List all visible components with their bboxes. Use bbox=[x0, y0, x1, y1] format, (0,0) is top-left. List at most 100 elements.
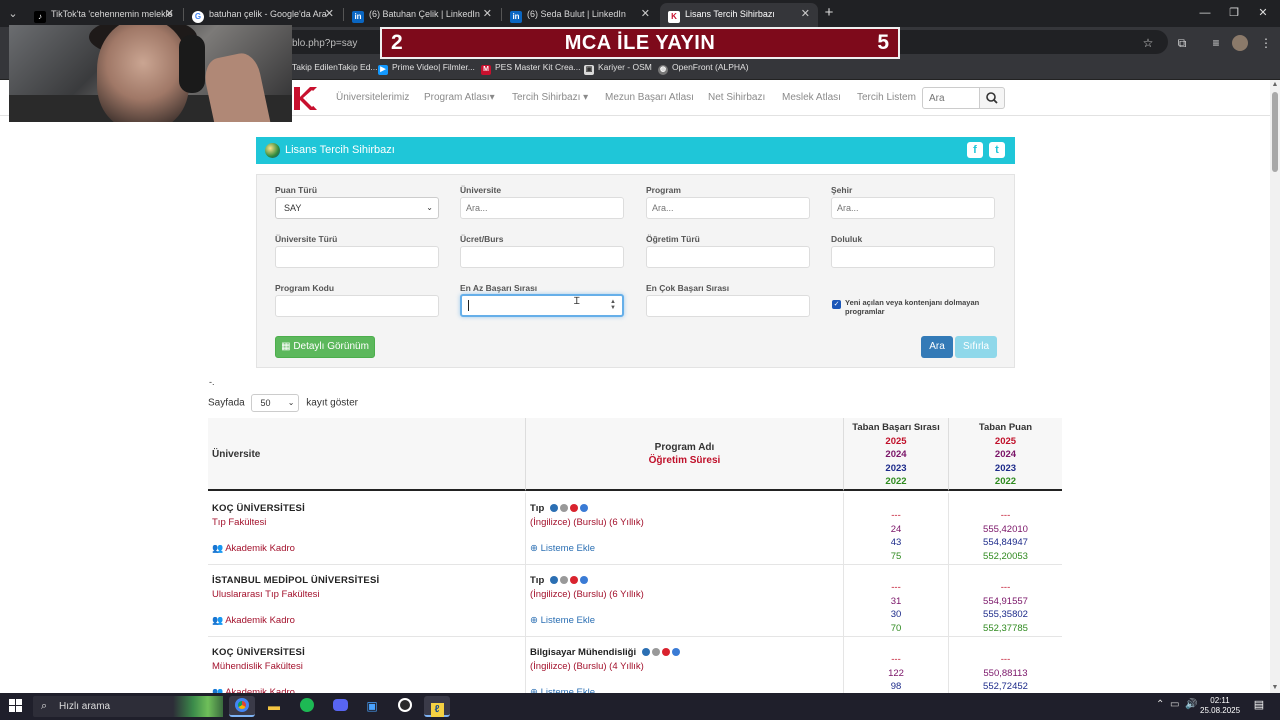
browser-menu-icon[interactable]: ⋮ bbox=[1258, 35, 1274, 51]
profile-avatar[interactable] bbox=[1232, 35, 1248, 51]
close-window-button[interactable]: ✕ bbox=[1248, 3, 1278, 23]
close-tab-icon[interactable]: ✕ bbox=[801, 3, 810, 25]
puan-turu-select[interactable]: SAY ⌄ bbox=[275, 197, 439, 219]
taskbar-search-box[interactable]: ⌕ Hızlı arama bbox=[33, 696, 223, 717]
youtube-icon[interactable] bbox=[661, 648, 670, 656]
obs-taskbar-icon[interactable] bbox=[392, 696, 418, 717]
close-tab-icon[interactable]: ✕ bbox=[325, 3, 334, 25]
globe-icon[interactable] bbox=[671, 648, 680, 656]
scroll-down-icon[interactable]: ▼ bbox=[1270, 683, 1280, 693]
plus-circle-icon: ⊕ bbox=[530, 615, 538, 626]
browser-tab-tiktok[interactable]: ♪ TikTok'ta 'cehennemin melekler' ✕ bbox=[26, 3, 182, 27]
volume-icon[interactable]: 🔊 bbox=[1185, 699, 1197, 710]
close-tab-icon[interactable]: ✕ bbox=[641, 3, 650, 25]
info-icon[interactable] bbox=[641, 648, 650, 656]
magnifier-icon[interactable] bbox=[651, 648, 660, 656]
sehir-input[interactable] bbox=[831, 197, 995, 219]
number-spinner-icon[interactable]: ▲ ▼ bbox=[610, 299, 616, 311]
close-tab-icon[interactable]: ✕ bbox=[165, 3, 174, 25]
new-programs-checkbox[interactable]: ✓ bbox=[832, 300, 841, 309]
magnifier-icon[interactable] bbox=[559, 504, 568, 512]
nav-net-sihirbazi[interactable]: Net Sihirbazı bbox=[708, 92, 765, 103]
bookmark-item-osm[interactable]: ▣ Kariyer - OSM bbox=[584, 62, 652, 75]
page-size-select[interactable]: 50 ⌄ bbox=[251, 394, 300, 412]
ogretim-turu-input[interactable] bbox=[646, 246, 810, 268]
bookmark-item-pes-master[interactable]: M PES Master Kit Crea... bbox=[481, 62, 581, 75]
browser-tab-linkedin-seda[interactable]: in (6) Seda Bulut | LinkedIn ✕ bbox=[502, 3, 658, 27]
info-icon[interactable] bbox=[549, 504, 558, 512]
tab-search-icon[interactable]: ⌄ bbox=[4, 5, 22, 23]
academic-staff-link[interactable]: 👥 Akademik Kadro bbox=[212, 543, 295, 554]
academic-staff-link[interactable]: 👥 Akademik Kadro bbox=[212, 615, 295, 626]
page-scrollbar[interactable]: ▲ ▼ bbox=[1270, 80, 1280, 693]
chevron-up-icon[interactable]: ⌃ bbox=[1156, 699, 1164, 710]
bookmark-item-openfront[interactable]: ◍ OpenFront (ALPHA) bbox=[658, 62, 749, 75]
rank-cell: --- 122 98 bbox=[844, 637, 949, 693]
taskbar-clock[interactable]: 02:11 25.08.2025 bbox=[1200, 696, 1240, 716]
spotify-taskbar-icon[interactable] bbox=[294, 696, 320, 717]
universite-turu-input[interactable] bbox=[275, 246, 439, 268]
youtube-icon[interactable] bbox=[569, 576, 578, 584]
program-kodu-input[interactable] bbox=[275, 295, 439, 317]
nav-program-atlasi[interactable]: Program Atlası▾ bbox=[424, 92, 495, 103]
browser-tab-google[interactable]: Gbatuhan çelik - Google'da Ara ✕ bbox=[184, 3, 342, 27]
browser-tab-tercih-sihirbazi[interactable]: K Lisans Tercih Sihirbazı ✕ bbox=[660, 3, 818, 27]
bookmark-star-icon[interactable]: ☆ bbox=[1140, 35, 1156, 51]
nav-tercih-sihirbazi[interactable]: Tercih Sihirbazı ▾ bbox=[512, 92, 588, 103]
en-az-basari-input[interactable]: ▲ ▼ bbox=[460, 294, 624, 317]
scrollbar-thumb[interactable] bbox=[1272, 92, 1278, 172]
linkedin-icon: in bbox=[510, 11, 522, 23]
globe-icon[interactable] bbox=[579, 576, 588, 584]
search-button[interactable]: Ara bbox=[921, 336, 953, 358]
column-header-program[interactable]: Program Adı Öğretim Süresi bbox=[526, 418, 844, 491]
app-taskbar-icon[interactable]: ℓ bbox=[424, 696, 450, 717]
file-explorer-taskbar-icon[interactable]: ▬ bbox=[261, 696, 287, 717]
new-tab-button[interactable]: + bbox=[820, 4, 838, 22]
close-tab-icon[interactable]: ✕ bbox=[483, 3, 492, 25]
globe-icon[interactable] bbox=[579, 504, 588, 512]
nav-tercih-listem[interactable]: Tercih Listem bbox=[857, 92, 916, 103]
windows-start-icon[interactable] bbox=[9, 699, 23, 713]
extensions-icon[interactable]: ⧉ bbox=[1174, 35, 1190, 51]
nav-meslek-atlasi[interactable]: Meslek Atlası bbox=[782, 92, 841, 103]
youtube-icon[interactable] bbox=[569, 504, 578, 512]
magnifier-icon[interactable] bbox=[559, 576, 568, 584]
network-icon[interactable]: ▭ bbox=[1170, 699, 1179, 710]
discord-taskbar-icon[interactable] bbox=[327, 696, 353, 717]
nav-mezun-basari-atlasi[interactable]: Mezun Başarı Atlası bbox=[605, 92, 694, 103]
nav-universitelerimiz[interactable]: Üniversitelerimiz bbox=[336, 92, 409, 103]
universite-input[interactable] bbox=[460, 197, 624, 219]
add-to-list-link[interactable]: ⊕ Listeme Ekle bbox=[530, 615, 595, 626]
ucret-burs-input[interactable] bbox=[460, 246, 624, 268]
bookmark-item-tiktok[interactable]: Takip EdilenTakip Ed... bbox=[292, 62, 378, 72]
browser-tab-linkedin-batuhan[interactable]: in (6) Batuhan Çelik | LinkedIn ✕ bbox=[344, 3, 500, 27]
nav-search-button[interactable] bbox=[979, 87, 1005, 109]
linkedin-icon: in bbox=[352, 11, 364, 23]
reset-button[interactable]: Sıfırla bbox=[955, 336, 997, 358]
column-header-taban-basari[interactable]: Taban Başarı Sırası 2025 2024 2023 2022 bbox=[844, 418, 949, 491]
bookmark-item-prime-video[interactable]: ▶ Prime Video| Filmler... bbox=[378, 62, 475, 75]
doluluk-input[interactable] bbox=[831, 246, 995, 268]
store-taskbar-icon[interactable]: ▣ bbox=[359, 696, 385, 717]
system-tray[interactable]: ⌃ ▭ 🔊 bbox=[1156, 699, 1197, 710]
scroll-up-icon[interactable]: ▲ bbox=[1270, 80, 1280, 90]
column-header-taban-puan[interactable]: Taban Puan 2025 2024 2023 2022 bbox=[949, 418, 1062, 491]
university-cell: KOÇ ÜNİVERSİTESİ Tıp Fakültesi 👥 Akademik… bbox=[208, 493, 526, 565]
facebook-icon[interactable]: f bbox=[967, 142, 983, 158]
site-logo-icon[interactable] bbox=[292, 83, 318, 113]
twitter-icon[interactable]: t bbox=[989, 142, 1005, 158]
detailed-view-button[interactable]: ▦ Detaylı Görünüm bbox=[275, 336, 375, 358]
result-info: -. bbox=[209, 377, 215, 387]
chrome-taskbar-icon[interactable] bbox=[229, 696, 255, 717]
info-icon[interactable] bbox=[549, 576, 558, 584]
media-control-icon[interactable]: ≡ bbox=[1208, 35, 1224, 51]
notification-icon[interactable]: ▤ bbox=[1252, 698, 1266, 714]
column-header-universite[interactable]: Üniversite bbox=[208, 418, 526, 491]
address-bar-url[interactable]: blo.php?p=say bbox=[292, 38, 357, 49]
add-to-list-link[interactable]: ⊕ Listeme Ekle bbox=[530, 543, 595, 554]
en-cok-basari-input[interactable] bbox=[646, 295, 810, 317]
minimize-window-button[interactable]: — bbox=[1190, 3, 1220, 23]
program-input[interactable] bbox=[646, 197, 810, 219]
restore-window-button[interactable]: ❐ bbox=[1219, 3, 1249, 23]
nav-search-input[interactable] bbox=[922, 87, 980, 109]
